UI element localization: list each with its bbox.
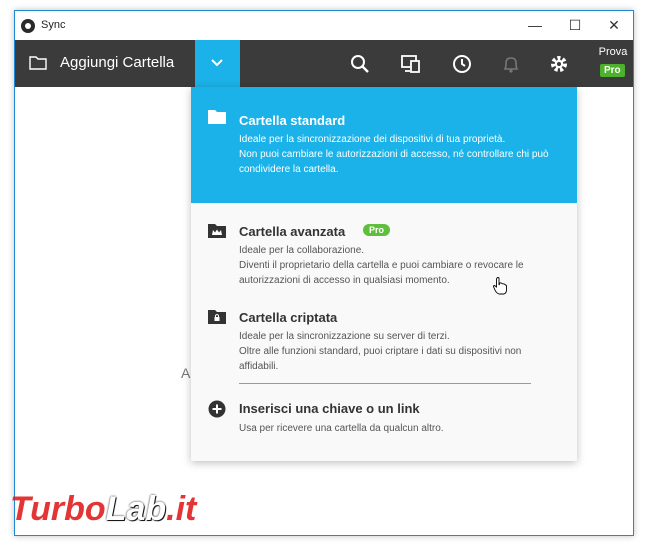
plus-circle-icon [208, 400, 226, 423]
pro-badge: Pro [363, 224, 391, 236]
menu-item-description: Usa per ricevere una cartella da qualcun… [239, 423, 444, 434]
menu-item-standard-folder[interactable]: Cartella standard Ideale per la sincroni… [191, 87, 577, 203]
menu-item-title: Inserisci una chiave o un link [239, 401, 420, 416]
devices-icon[interactable] [400, 53, 422, 75]
maximize-button[interactable]: ☐ [555, 11, 595, 40]
pro-badge: Pro [600, 64, 625, 77]
toolbar: Aggiungi Cartella Prova Pro [15, 40, 633, 87]
menu-separator [239, 383, 531, 384]
title-bar: Sync — ☐ ✕ [15, 11, 633, 40]
prova-label: Prova [598, 46, 628, 58]
menu-item-advanced-folder[interactable]: Cartella avanzata Pro Ideale per la coll… [191, 205, 577, 286]
add-folder-menu: Cartella standard Ideale per la sincroni… [191, 87, 577, 461]
sync-app-icon [21, 19, 35, 33]
menu-item-enter-key-or-link[interactable]: Inserisci una chiave o un link Usa per r… [191, 393, 577, 443]
window-title: Sync [41, 19, 66, 31]
sync-window: Sync — ☐ ✕ Aggiungi Cartella Prova Pro A… [14, 10, 634, 536]
history-icon[interactable] [451, 53, 473, 75]
add-folder-dropdown-button[interactable] [195, 40, 240, 87]
menu-item-title: Cartella avanzata [239, 224, 346, 239]
bell-icon[interactable] [500, 53, 522, 75]
background-hint-text: A [181, 365, 191, 381]
minimize-button[interactable]: — [515, 11, 555, 40]
try-pro-button[interactable]: Prova Pro [593, 40, 633, 87]
menu-item-description: Ideale per la sincronizzazione su server… [239, 331, 522, 372]
turbolab-watermark-logo: TurboLab.it [10, 490, 197, 528]
folder-icon [208, 109, 226, 129]
shared-folder-icon [208, 223, 226, 243]
folder-icon[interactable] [29, 55, 47, 75]
hand-cursor-icon [493, 277, 507, 300]
search-icon[interactable] [349, 53, 371, 75]
menu-item-encrypted-folder[interactable]: Cartella criptata Ideale per la sincroni… [191, 291, 577, 372]
encrypted-folder-icon [208, 309, 226, 329]
menu-item-title: Cartella standard [239, 113, 346, 128]
close-button[interactable]: ✕ [594, 11, 634, 40]
menu-item-description: Ideale per la sincronizzazione dei dispo… [239, 134, 549, 175]
add-folder-button[interactable]: Aggiungi Cartella [60, 54, 174, 71]
gear-icon[interactable] [548, 53, 570, 75]
chevron-down-icon [211, 59, 223, 67]
menu-item-title: Cartella criptata [239, 310, 338, 325]
